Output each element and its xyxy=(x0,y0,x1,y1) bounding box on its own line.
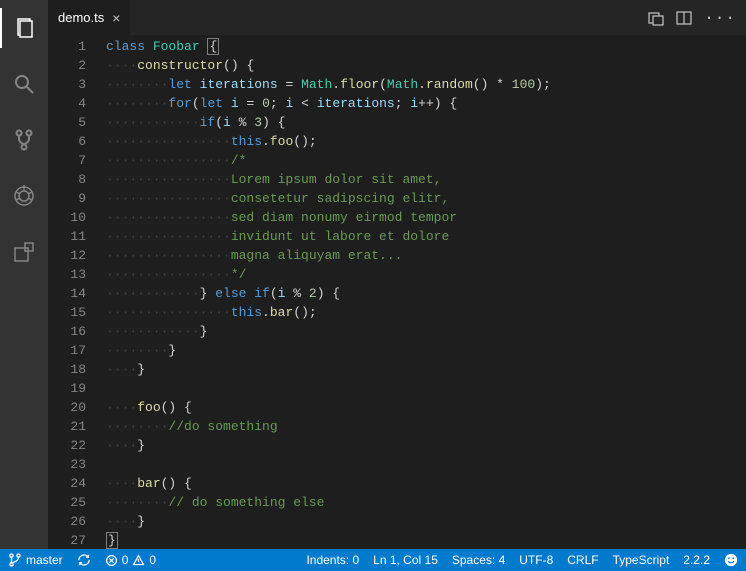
code-line[interactable]: ············if(i % 3) { xyxy=(106,113,746,132)
line-number: 7 xyxy=(48,151,86,170)
line-number: 1 xyxy=(48,37,86,56)
code-line[interactable]: ················sed diam nonumy eirmod t… xyxy=(106,208,746,227)
line-number: 15 xyxy=(48,303,86,322)
line-number: 4 xyxy=(48,94,86,113)
code-line[interactable]: ················this.foo(); xyxy=(106,132,746,151)
code-line[interactable]: ················/* xyxy=(106,151,746,170)
status-version[interactable]: 2.2.2 xyxy=(683,553,710,567)
line-number: 11 xyxy=(48,227,86,246)
line-number: 24 xyxy=(48,474,86,493)
status-eol[interactable]: CRLF xyxy=(567,553,598,567)
line-number-gutter: 1234567891011121314151617181920212223242… xyxy=(48,35,98,549)
line-number: 2 xyxy=(48,56,86,75)
code-line[interactable]: class Foobar { xyxy=(106,37,746,56)
activity-bar xyxy=(0,0,48,549)
code-line[interactable]: ····} xyxy=(106,512,746,531)
code-line[interactable]: ············} else if(i % 2) { xyxy=(106,284,746,303)
code-line[interactable]: } xyxy=(106,531,746,549)
code-line[interactable]: ········for(let i = 0; i < iterations; i… xyxy=(106,94,746,113)
code-line[interactable]: ········let iterations = Math.floor(Math… xyxy=(106,75,746,94)
line-number: 3 xyxy=(48,75,86,94)
line-number: 14 xyxy=(48,284,86,303)
code-line[interactable]: ············} xyxy=(106,322,746,341)
editor-actions: ··· xyxy=(648,0,746,35)
status-position[interactable]: Ln 1, Col 15 xyxy=(373,553,438,567)
line-number: 13 xyxy=(48,265,86,284)
status-spaces[interactable]: Spaces: 4 xyxy=(452,553,505,567)
split-editor-icon[interactable] xyxy=(676,10,692,26)
code-line[interactable]: ················consetetur sadipscing el… xyxy=(106,189,746,208)
code-line[interactable] xyxy=(106,455,746,474)
extensions-icon[interactable] xyxy=(0,232,48,272)
tab-demo-ts[interactable]: demo.ts × xyxy=(48,0,130,35)
line-number: 18 xyxy=(48,360,86,379)
line-number: 25 xyxy=(48,493,86,512)
line-number: 6 xyxy=(48,132,86,151)
more-icon[interactable]: ··· xyxy=(704,9,736,27)
problems[interactable]: 0 0 xyxy=(105,553,156,567)
explorer-icon[interactable] xyxy=(0,8,48,48)
git-branch[interactable]: master xyxy=(8,553,63,567)
line-number: 10 xyxy=(48,208,86,227)
tab-filename: demo.ts xyxy=(58,10,104,25)
line-number: 22 xyxy=(48,436,86,455)
code-content[interactable]: class Foobar {····constructor() {·······… xyxy=(98,35,746,549)
close-icon[interactable]: × xyxy=(112,10,120,26)
code-area[interactable]: 1234567891011121314151617181920212223242… xyxy=(48,35,746,549)
code-line[interactable]: ····bar() { xyxy=(106,474,746,493)
code-line[interactable]: ····foo() { xyxy=(106,398,746,417)
editor-area: demo.ts × ··· 12345678910111213141516171… xyxy=(48,0,746,549)
code-line[interactable]: ········// do something else xyxy=(106,493,746,512)
line-number: 26 xyxy=(48,512,86,531)
search-icon[interactable] xyxy=(0,64,48,104)
code-line[interactable]: ················magna aliquyam erat... xyxy=(106,246,746,265)
code-line[interactable]: ····} xyxy=(106,436,746,455)
code-line[interactable]: ················Lorem ipsum dolor sit am… xyxy=(106,170,746,189)
code-line[interactable]: ················*/ xyxy=(106,265,746,284)
status-bar: master 0 0 Indents: 0 Ln 1, Col 15 Space… xyxy=(0,549,746,571)
status-indents[interactable]: Indents: 0 xyxy=(306,553,359,567)
line-number: 9 xyxy=(48,189,86,208)
code-line[interactable]: ····constructor() { xyxy=(106,56,746,75)
line-number: 16 xyxy=(48,322,86,341)
source-control-icon[interactable] xyxy=(0,120,48,160)
sync-icon[interactable] xyxy=(77,553,91,567)
line-number: 23 xyxy=(48,455,86,474)
line-number: 17 xyxy=(48,341,86,360)
status-encoding[interactable]: UTF-8 xyxy=(519,553,553,567)
debug-icon[interactable] xyxy=(0,176,48,216)
line-number: 8 xyxy=(48,170,86,189)
compare-icon[interactable] xyxy=(648,10,664,26)
line-number: 27 xyxy=(48,531,86,549)
status-language[interactable]: TypeScript xyxy=(613,553,670,567)
line-number: 19 xyxy=(48,379,86,398)
code-line[interactable]: ········//do something xyxy=(106,417,746,436)
code-line[interactable]: ····} xyxy=(106,360,746,379)
code-line[interactable] xyxy=(106,379,746,398)
code-line[interactable]: ········} xyxy=(106,341,746,360)
line-number: 20 xyxy=(48,398,86,417)
line-number: 5 xyxy=(48,113,86,132)
tab-bar: demo.ts × ··· xyxy=(48,0,746,35)
code-line[interactable]: ················invidunt ut labore et do… xyxy=(106,227,746,246)
line-number: 12 xyxy=(48,246,86,265)
feedback-icon[interactable] xyxy=(724,553,738,567)
code-line[interactable]: ················this.bar(); xyxy=(106,303,746,322)
line-number: 21 xyxy=(48,417,86,436)
